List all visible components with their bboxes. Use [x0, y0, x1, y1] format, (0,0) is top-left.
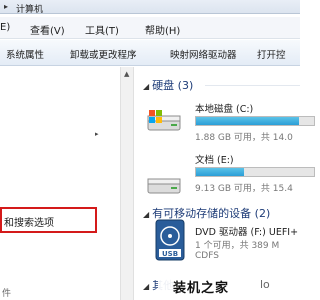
system-properties-button[interactable]: 系统属性	[6, 47, 44, 61]
drive-c-usage-fill	[196, 117, 299, 125]
collapse-triangle-icon[interactable]: ◢	[143, 210, 149, 219]
scroll-up-icon[interactable]: ▲	[124, 70, 129, 78]
drive-e-free-space: 9.13 GB 可用，共 15.4	[195, 184, 293, 194]
local-disk-c-icon	[147, 110, 181, 131]
menu-view[interactable]: 查看(V)	[30, 22, 65, 37]
content-pane: ◢ 硬盘 (3) 本地磁盘 (C:) 1.88 GB 可用，共 14.0 文档 (…	[135, 67, 315, 300]
command-toolbar: 系统属性 卸载或更改程序 映射网络驱动器 打开控	[0, 40, 300, 66]
address-bar[interactable]: ▸ 计算机	[0, 0, 300, 15]
svg-text:USB: USB	[162, 250, 178, 258]
folder-search-options-label: 和搜索选项	[4, 218, 54, 229]
group-hard-disks[interactable]: ◢ 硬盘 (3)	[143, 77, 193, 93]
drive-c-free-space: 1.88 GB 可用，共 14.0	[195, 133, 293, 143]
navigation-pane	[0, 67, 118, 300]
expand-arrow-icon[interactable]: ▸	[95, 130, 99, 138]
breadcrumb-arrow-icon[interactable]: ▸	[4, 2, 8, 11]
drive-e-name[interactable]: 文档 (E:)	[195, 152, 234, 166]
group-hard-disks-title: 硬盘 (3)	[152, 79, 194, 92]
menu-tools[interactable]: 工具(T)	[85, 22, 119, 37]
collapse-triangle-icon[interactable]: ◢	[143, 282, 149, 291]
document-drive-e-icon	[147, 178, 181, 194]
group-divider	[205, 85, 300, 86]
watermark-text: 装机之家	[173, 281, 230, 296]
vertical-scrollbar[interactable]: ▲	[120, 67, 134, 300]
breadcrumb-computer[interactable]: 计算机	[16, 2, 43, 15]
drive-e-usage-fill	[196, 168, 245, 176]
menu-help[interactable]: 帮助(H)	[145, 22, 180, 37]
nav-bottom-text: 件	[2, 289, 12, 299]
drive-c-usage-bar	[195, 116, 315, 126]
watermark-url: lo	[260, 278, 270, 291]
map-network-drive-button[interactable]: 映射网络驱动器	[170, 47, 237, 61]
drive-e-usage-bar	[195, 167, 315, 177]
watermark: 装机之家 lo	[158, 270, 300, 300]
menu-bar: E) 查看(V) 工具(T) 帮助(H)	[0, 17, 300, 39]
menu-edit-partial[interactable]: E)	[0, 22, 10, 33]
drive-c-name[interactable]: 本地磁盘 (C:)	[195, 101, 253, 115]
dvd-drive-name[interactable]: DVD 驱动器 (F:) UEFI+	[195, 224, 298, 238]
dvd-drive-filesystem: CDFS	[195, 251, 219, 261]
open-control-panel-button[interactable]: 打开控	[257, 47, 286, 61]
uninstall-program-button[interactable]: 卸载或更改程序	[70, 47, 137, 61]
dvd-drive-icon: USB	[155, 219, 185, 261]
dvd-drive-free: 1 个可用，共 389 M	[195, 241, 280, 251]
collapse-triangle-icon[interactable]: ◢	[143, 82, 149, 91]
folder-search-options-item[interactable]: 和搜索选项	[0, 207, 97, 233]
